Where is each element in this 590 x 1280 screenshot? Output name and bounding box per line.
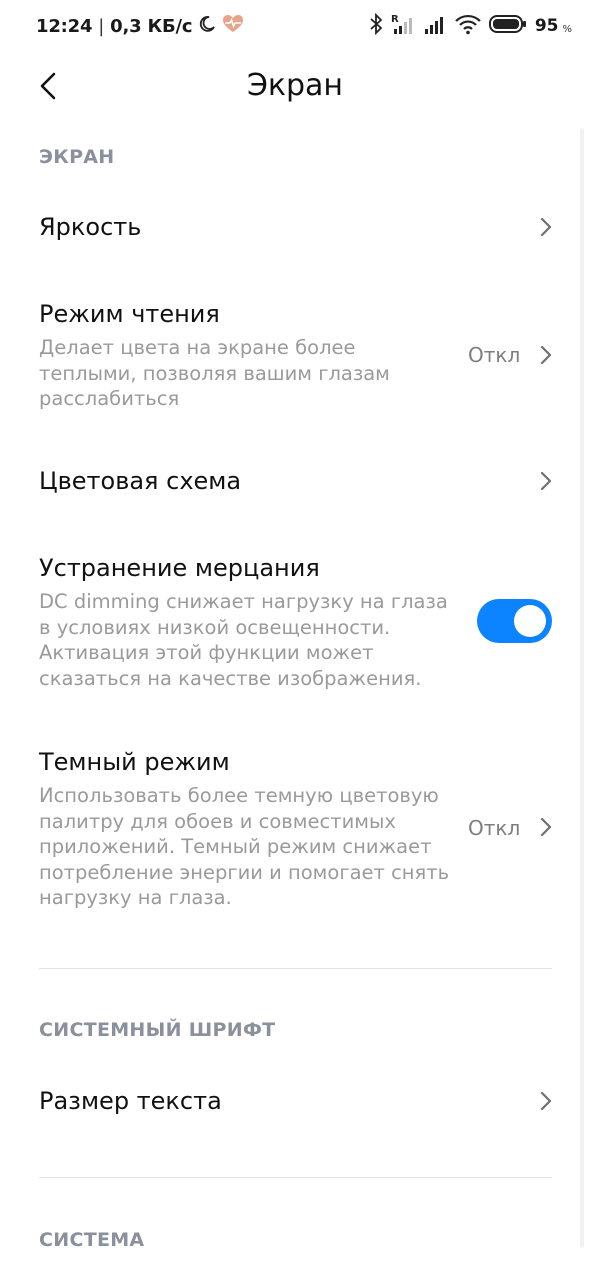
setting-brightness[interactable]: Яркость [0,188,590,270]
chevron-right-icon [540,217,552,237]
status-time: 12:24 [36,16,93,37]
chevron-right-icon [540,345,552,365]
status-right: R 95 % [369,12,572,39]
wifi-icon [455,13,481,39]
status-left: 12:24 | 0,3 КБ/с [36,14,244,39]
section-header-screen: ЭКРАН [39,146,115,168]
setting-text-size-title: Размер текста [39,1087,222,1115]
battery-icon [488,14,527,38]
setting-flicker-description: DC dimming снижает нагрузку на глаза в у… [39,590,448,690]
battery-percent-sign: % [562,23,572,35]
chevron-right-icon [540,1091,552,1111]
section-header-system: СИСТЕМА [39,1229,145,1251]
section-header-system-font: СИСТЕМНЫЙ ШРИФТ [39,1019,276,1041]
setting-flicker: Устранение мерцания DC dimming снижает н… [0,536,590,706]
signal-roaming-icon: R [391,13,415,39]
flicker-toggle[interactable] [477,599,552,643]
status-separator: | [98,16,105,37]
setting-dark-mode-value: Откл [468,816,521,840]
signal-icon [423,13,447,39]
moon-icon [198,15,216,38]
section-divider [39,968,552,969]
toggle-knob [514,605,546,637]
setting-brightness-title: Яркость [39,213,142,241]
chevron-right-icon [540,817,552,837]
setting-reading-mode-title: Режим чтения [39,300,220,328]
setting-dark-mode-title: Темный режим [39,748,230,776]
bluetooth-icon [369,12,383,39]
setting-color-scheme[interactable]: Цветовая схема [0,442,590,524]
network-speed: 0,3 КБ/с [110,16,193,37]
chevron-right-icon [540,471,552,491]
section-divider [39,1177,552,1178]
svg-text:R: R [391,14,399,25]
setting-dark-mode-description: Использовать более темную цветовую палит… [39,784,450,909]
setting-reading-mode-value: Откл [468,343,521,367]
setting-reading-mode[interactable]: Режим чтения Делает цвета на экране боле… [0,280,590,430]
setting-reading-mode-description: Делает цвета на экране более теплыми, по… [39,336,390,410]
setting-color-scheme-title: Цветовая схема [39,467,242,495]
setting-text-size[interactable]: Размер текста [0,1062,590,1144]
heart-rate-icon [222,14,244,39]
setting-flicker-title: Устранение мерцания [39,554,320,582]
setting-dark-mode[interactable]: Темный режим Использовать более темную ц… [0,730,590,930]
status-bar: 12:24 | 0,3 КБ/с R 95 % [0,0,590,52]
app-header: Экран [0,52,590,122]
battery-level: 95 [534,16,559,36]
page-title: Экран [246,68,344,103]
